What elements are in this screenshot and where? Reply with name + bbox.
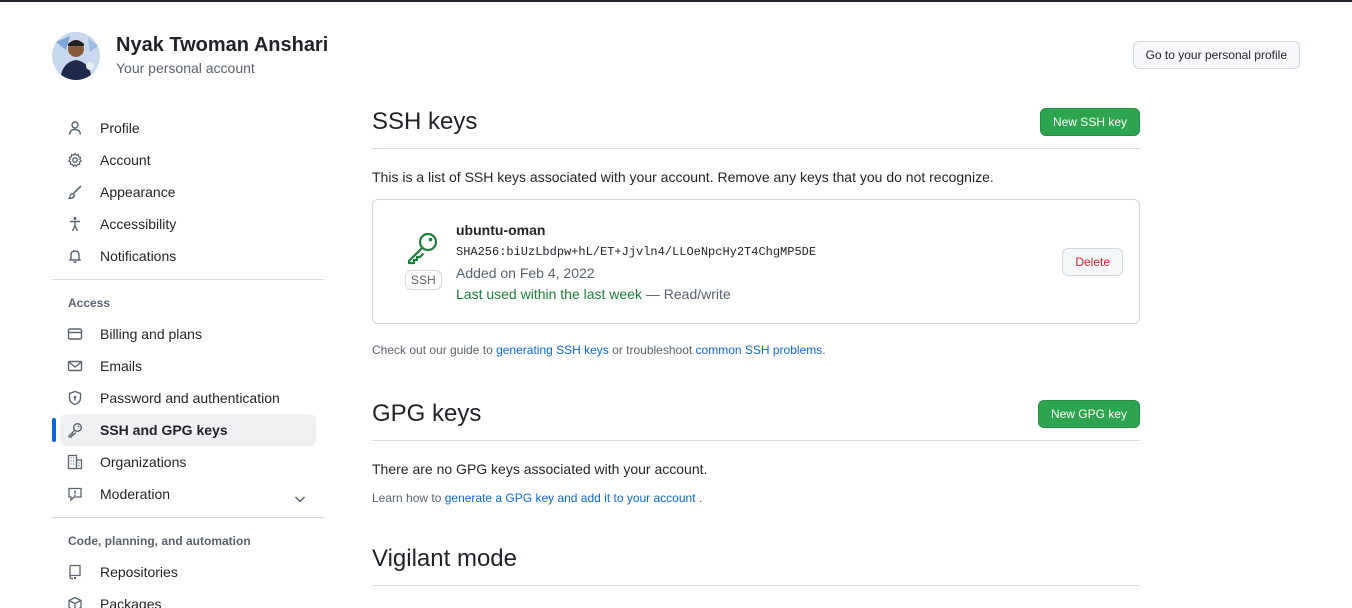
- accessibility-icon: [67, 216, 83, 232]
- sidebar-item-label: Appearance: [100, 184, 176, 200]
- paintbrush-icon: [67, 184, 83, 200]
- sidebar-item-billing[interactable]: Billing and plans: [60, 318, 316, 350]
- last-used-text: Last used within the last week: [456, 286, 642, 302]
- ssh-keys-description: This is a list of SSH keys associated wi…: [372, 169, 994, 185]
- sidebar-item-emails[interactable]: Emails: [60, 350, 316, 382]
- person-icon: [67, 120, 83, 136]
- generate-gpg-key-link[interactable]: generate a GPG key and add it to your ac…: [445, 491, 696, 505]
- sidebar-item-label: Organizations: [100, 454, 187, 470]
- sidebar-item-label: Repositories: [100, 564, 178, 580]
- sidebar-item-label: Emails: [100, 358, 143, 374]
- new-gpg-key-button[interactable]: New GPG key: [1037, 400, 1140, 428]
- key-icon: [405, 230, 441, 266]
- gear-icon: [67, 152, 83, 168]
- new-ssh-key-button[interactable]: New SSH key: [1039, 108, 1140, 136]
- sidebar-item-password[interactable]: Password and authentication: [60, 382, 316, 414]
- delete-ssh-key-button[interactable]: Delete: [1062, 248, 1123, 276]
- sidebar-item-label: Profile: [100, 120, 140, 136]
- go-to-profile-button[interactable]: Go to your personal profile: [1132, 41, 1300, 69]
- gpg-empty-message: There are no GPG keys associated with yo…: [372, 461, 708, 477]
- ssh-keys-header: SSH keys New SSH key: [372, 106, 1140, 149]
- sidebar-item-notifications[interactable]: Notifications: [60, 240, 316, 272]
- bell-icon: [67, 248, 83, 264]
- sidebar-item-label: Moderation: [100, 486, 171, 502]
- ssh-key-added-date: Added on Feb 4, 2022: [456, 265, 595, 281]
- ssh-key-fingerprint: SHA256:biUzLbdpw+hL/ET+Jjvln4/LLOeNpcHy2…: [456, 245, 817, 259]
- sidebar-item-ssh-gpg-keys[interactable]: SSH and GPG keys: [52, 414, 316, 446]
- ssh-key-last-used: Last used within the last week — Read/wr…: [456, 286, 731, 302]
- ssh-help-note: Check out our guide to generating SSH ke…: [372, 341, 1140, 359]
- sidebar-item-label: Accessibility: [100, 216, 177, 232]
- ssh-type-label: SSH: [405, 270, 442, 290]
- sidebar-item-repositories[interactable]: Repositories: [60, 556, 316, 588]
- credit-card-icon: [67, 326, 83, 342]
- settings-sidebar: Profile Account Appearance Accessibility…: [52, 112, 324, 608]
- sidebar-divider: [52, 517, 324, 518]
- ssh-key-name: ubuntu-oman: [456, 222, 546, 238]
- chevron-down-icon[interactable]: [292, 486, 308, 503]
- sidebar-item-organizations[interactable]: Organizations: [60, 446, 316, 478]
- common-ssh-problems-link[interactable]: common SSH problems: [696, 343, 823, 357]
- gpg-keys-title: GPG keys: [372, 400, 482, 427]
- account-type-label: Your personal account: [116, 60, 255, 76]
- avatar[interactable]: [52, 32, 100, 80]
- sidebar-group-code: Code, planning, and automation: [68, 534, 251, 548]
- generating-ssh-keys-link[interactable]: generating SSH keys: [496, 343, 609, 357]
- shield-lock-icon: [67, 390, 83, 406]
- sidebar-item-label: Account: [100, 152, 151, 168]
- user-name: Nyak Twoman Anshari: [116, 34, 329, 56]
- report-icon: [67, 486, 83, 502]
- gpg-note-prefix: Learn how to: [372, 491, 445, 505]
- key-icon: [67, 422, 83, 438]
- repo-icon: [67, 564, 83, 580]
- mail-icon: [67, 358, 83, 374]
- sidebar-item-account[interactable]: Account: [60, 144, 316, 176]
- sidebar-item-profile[interactable]: Profile: [60, 112, 316, 144]
- sidebar-item-label: Billing and plans: [100, 326, 202, 342]
- gpg-note-suffix: .: [695, 491, 703, 505]
- account-header: Nyak Twoman Anshari Your personal accoun…: [52, 30, 1300, 86]
- sidebar-divider: [52, 279, 324, 280]
- sidebar-item-label: Password and authentication: [100, 390, 280, 406]
- sidebar-item-moderation[interactable]: Moderation: [60, 478, 316, 510]
- vigilant-mode-title: Vigilant mode: [372, 545, 517, 572]
- access-level-text: — Read/write: [642, 286, 731, 302]
- sidebar-item-label: SSH and GPG keys: [100, 422, 228, 438]
- organization-icon: [67, 454, 83, 470]
- vigilant-mode-header: Vigilant mode: [372, 543, 1140, 586]
- ssh-keys-title: SSH keys: [372, 108, 478, 135]
- ssh-note-middle: or troubleshoot: [608, 343, 696, 357]
- sidebar-item-label: Packages: [100, 596, 162, 608]
- gpg-keys-header: GPG keys New GPG key: [372, 398, 1140, 441]
- gpg-help-note: Learn how to generate a GPG key and add …: [372, 489, 1140, 507]
- package-icon: [67, 596, 83, 608]
- sidebar-group-access: Access: [68, 296, 111, 310]
- ssh-note-suffix: .: [822, 343, 826, 357]
- ssh-note-prefix: Check out our guide to: [372, 343, 497, 357]
- sidebar-item-appearance[interactable]: Appearance: [60, 176, 316, 208]
- ssh-key-item: SSH ubuntu-oman SHA256:biUzLbdpw+hL/ET+J…: [372, 199, 1140, 324]
- sidebar-item-accessibility[interactable]: Accessibility: [60, 208, 316, 240]
- sidebar-item-packages[interactable]: Packages: [60, 588, 316, 608]
- sidebar-item-label: Notifications: [100, 248, 177, 264]
- main-content: SSH keys New SSH key This is a list of S…: [372, 106, 1140, 586]
